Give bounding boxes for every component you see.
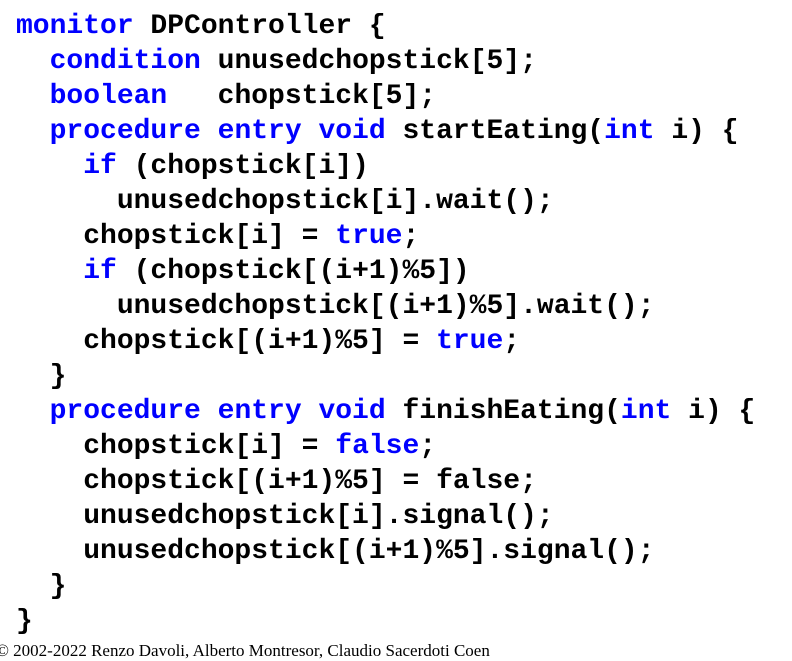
code-line: unusedchopstick[(i+1)%5].wait(); <box>16 289 755 324</box>
code-line: chopstick[(i+1)%5] = true; <box>16 324 755 359</box>
code-line: unusedchopstick[(i+1)%5].signal(); <box>16 534 755 569</box>
code-token: } <box>16 571 67 602</box>
keyword-token: int <box>620 396 672 427</box>
code-token: unusedchopstick[(i+1)%5].signal(); <box>16 536 655 567</box>
code-token: chopstick[i] = <box>16 431 336 462</box>
keyword-token: monitor <box>16 11 134 42</box>
code-token: unusedchopstick[5]; <box>200 46 537 77</box>
code-token: (chopstick[i]) <box>116 151 369 182</box>
code-line: boolean chopstick[5]; <box>16 79 755 114</box>
code-token: ; <box>402 221 420 252</box>
keyword-token: if <box>83 256 117 287</box>
code-line: chopstick[(i+1)%5] = false; <box>16 464 755 499</box>
code-token: unusedchopstick[(i+1)%5].wait(); <box>16 291 655 322</box>
copyright-footer: © 2002-2022 Renzo Davoli, Alberto Montre… <box>0 641 490 660</box>
code-line: } <box>16 569 755 604</box>
code-token: ; <box>503 326 521 357</box>
keyword-token: boolean <box>49 81 168 112</box>
code-token: unusedchopstick[i].wait(); <box>16 186 554 217</box>
code-line: chopstick[i] = true; <box>16 219 755 254</box>
code-token: i) { <box>654 116 739 147</box>
keyword-token: true <box>335 221 403 252</box>
code-token: chopstick[(i+1)%5] = false; <box>16 466 537 497</box>
keyword-token: false <box>335 431 420 462</box>
code-token: chopstick[i] = <box>16 221 336 252</box>
keyword-token: procedure entry void <box>49 396 386 427</box>
code-listing: monitor DPController { condition unusedc… <box>16 9 755 639</box>
code-token: chopstick[(i+1)%5] = <box>16 326 437 357</box>
keyword-token: true <box>436 326 504 357</box>
code-token: } <box>16 361 67 392</box>
code-line: procedure entry void finishEating(int i)… <box>16 394 756 429</box>
code-line: } <box>16 604 755 639</box>
code-line: condition unusedchopstick[5]; <box>16 44 755 79</box>
keyword-token: condition <box>49 46 201 77</box>
code-line: unusedchopstick[i].wait(); <box>16 184 755 219</box>
code-token: } <box>16 606 33 637</box>
code-line: } <box>16 359 755 394</box>
code-line: monitor DPController { <box>16 9 755 44</box>
code-token: chopstick[5]; <box>167 81 437 112</box>
keyword-token: procedure entry void <box>49 116 386 147</box>
code-line: procedure entry void startEating(int i) … <box>16 114 755 149</box>
code-token: (chopstick[(i+1)%5]) <box>116 256 470 287</box>
code-token: i) { <box>671 396 756 427</box>
code-token: ; <box>419 431 437 462</box>
code-token: unusedchopstick[i].signal(); <box>16 501 554 532</box>
code-line: unusedchopstick[i].signal(); <box>16 499 755 534</box>
code-token: startEating( <box>385 116 605 147</box>
keyword-token: if <box>83 151 117 182</box>
code-line: if (chopstick[(i+1)%5]) <box>16 254 755 289</box>
code-token: finishEating( <box>385 396 621 427</box>
code-line: if (chopstick[i]) <box>16 149 755 184</box>
code-line: chopstick[i] = false; <box>16 429 755 464</box>
keyword-token: int <box>604 116 655 147</box>
code-token: DPController { <box>133 11 386 42</box>
